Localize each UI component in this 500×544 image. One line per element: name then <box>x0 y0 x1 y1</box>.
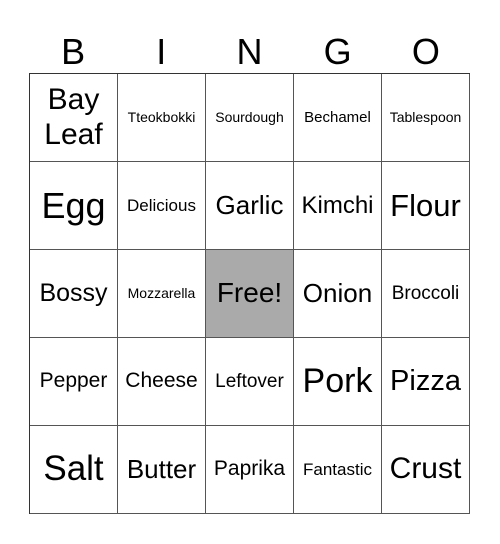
header-letter-b: B <box>61 31 86 72</box>
bingo-cell[interactable]: Butter <box>118 426 206 514</box>
bingo-cell[interactable]: Sourdough <box>206 74 294 162</box>
bingo-header: B I N G O <box>29 30 470 73</box>
bingo-cell[interactable]: Garlic <box>206 162 294 250</box>
bingo-cell[interactable]: Bay Leaf <box>30 74 118 162</box>
bingo-cell[interactable]: Pepper <box>30 338 118 426</box>
bingo-cell[interactable]: Salt <box>30 426 118 514</box>
bingo-cell[interactable]: Fantastic <box>294 426 382 514</box>
header-letter-o: O <box>411 31 440 72</box>
bingo-cell[interactable]: Broccoli <box>382 250 470 338</box>
bingo-cell[interactable]: Pizza <box>382 338 470 426</box>
bingo-cell[interactable]: Mozzarella <box>118 250 206 338</box>
bingo-cell[interactable]: Paprika <box>206 426 294 514</box>
header-letter-g: G <box>323 31 352 72</box>
bingo-cell[interactable]: Flour <box>382 162 470 250</box>
bingo-cell[interactable]: Kimchi <box>294 162 382 250</box>
free-space-cell[interactable]: Free! <box>206 250 294 338</box>
bingo-cell[interactable]: Egg <box>30 162 118 250</box>
bingo-cell[interactable]: Tteokbokki <box>118 74 206 162</box>
bingo-cell[interactable]: Bossy <box>30 250 118 338</box>
header-letter-n: N <box>236 31 263 72</box>
bingo-cell[interactable]: Leftover <box>206 338 294 426</box>
bingo-cell[interactable]: Onion <box>294 250 382 338</box>
bingo-cell[interactable]: Bechamel <box>294 74 382 162</box>
bingo-cell[interactable]: Cheese <box>118 338 206 426</box>
bingo-cell[interactable]: Pork <box>294 338 382 426</box>
bingo-cell[interactable]: Tablespoon <box>382 74 470 162</box>
bingo-grid: Bay Leaf Tteokbokki Sourdough Bechamel Table… <box>29 73 470 514</box>
header-letter-i: I <box>156 31 167 72</box>
bingo-cell[interactable]: Delicious <box>118 162 206 250</box>
bingo-cell[interactable]: Crust <box>382 426 470 514</box>
